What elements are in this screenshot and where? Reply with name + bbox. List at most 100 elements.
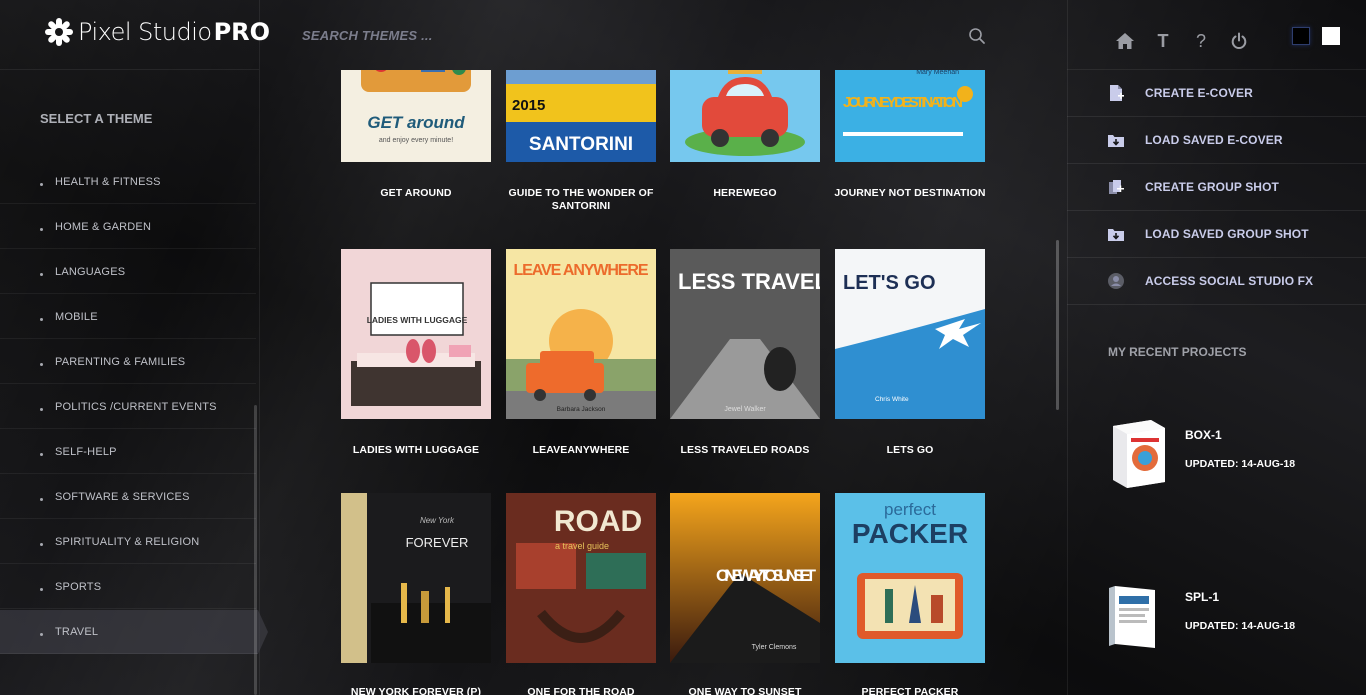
sidebar-item-sports[interactable]: SPORTS [0, 565, 256, 609]
sidebar-item-label: LANGUAGES [55, 266, 126, 278]
sidebar-item-label: PARENTING & FAMILIES [55, 356, 186, 368]
dark-theme-swatch[interactable] [1292, 27, 1310, 45]
light-theme-swatch[interactable] [1322, 27, 1340, 45]
project-updated: UPDATED: 14-AUG-18 [1185, 458, 1296, 470]
sidebar-scrollbar[interactable] [254, 405, 257, 695]
sidebar-item-travel[interactable]: TRAVEL [0, 610, 268, 654]
app-logo[interactable]: Pixel Studio PRO [44, 14, 270, 50]
power-icon[interactable] [1220, 30, 1258, 52]
sidebar-item-label: SELF-HELP [55, 446, 117, 458]
project-thumbnail [1113, 420, 1165, 488]
recent-project[interactable]: BOX-1 UPDATED: 14-AUG-18 [1107, 416, 1347, 496]
theme-cover[interactable]: LET'S GO Chris White [835, 249, 985, 419]
sidebar-item-health-fitness[interactable]: HEALTH & FITNESS [0, 160, 256, 204]
help-icon[interactable]: ? [1182, 30, 1220, 52]
theme-grid: GET around and enjoy every minute! GET ARO… [262, 70, 1067, 695]
project-thumbnail [1109, 586, 1155, 648]
flower-icon [44, 17, 74, 47]
grid-scrollbar[interactable] [1056, 240, 1059, 410]
theme-cover[interactable] [670, 70, 820, 162]
sidebar-item-mobile[interactable]: MOBILE [0, 295, 256, 339]
cover-title: GET around [367, 113, 465, 132]
theme-cover[interactable]: New York FOREVER [341, 493, 491, 663]
theme-cover[interactable]: Mary Meehan JOURNEY DESTINATION [835, 70, 985, 162]
project-updated: UPDATED: 14-AUG-18 [1185, 620, 1296, 632]
action-load-saved-e-cover-button[interactable]: LOAD SAVED E-COVER [1067, 117, 1366, 164]
theme-name: HEREWEGO [713, 187, 777, 199]
project-name: BOX-1 [1185, 428, 1222, 442]
bullet-icon [40, 543, 43, 546]
sidebar-item-label: TRAVEL [55, 626, 99, 638]
theme-cover[interactable]: 2015 SANTORINI [506, 70, 656, 162]
theme-name: GET AROUND [380, 187, 452, 199]
sidebar-item-label: SPIRITUALITY & RELIGION [55, 536, 200, 548]
theme-cover[interactable]: ONE WAY TO SUNSET Tyler Clemons [670, 493, 820, 663]
sidebar-item-software-services[interactable]: SOFTWARE & SERVICES [0, 475, 256, 519]
bullet-icon [40, 498, 43, 501]
cover-subtitle: Jewel Walker [724, 406, 766, 413]
theme-name: PERFECT PACKER [861, 686, 959, 695]
action-label: LOAD SAVED E-COVER [1145, 133, 1283, 147]
top-bar: Pixel Studio PRO SEARCH THEMES ... T ? [0, 0, 1366, 70]
home-icon[interactable] [1106, 30, 1144, 52]
cover-subtitle: perfect [884, 500, 936, 519]
bullet-icon [40, 453, 43, 456]
cover-title: FOREVER [406, 535, 469, 550]
bullet-icon [40, 318, 43, 321]
sidebar-item-label: HEALTH & FITNESS [55, 176, 161, 188]
cover-subtitle: 2015 [512, 97, 545, 114]
cover-title: LESS TRAVELED [678, 269, 820, 294]
group-files-icon [1109, 180, 1124, 194]
sidebar-item-languages[interactable]: LANGUAGES [0, 250, 256, 294]
theme-name: JOURNEY NOT DESTINATION [834, 187, 986, 199]
cover-subtitle: Barbara Jackson [557, 406, 606, 413]
sidebar-item-politics-current-events[interactable]: POLITICS /CURRENT EVENTS [0, 385, 256, 429]
sidebar-item-home-garden[interactable]: HOME & GARDEN [0, 205, 256, 249]
recent-projects-title: MY RECENT PROJECTS [1108, 345, 1247, 359]
search-icon[interactable] [968, 27, 986, 45]
bullet-icon [40, 273, 43, 276]
cover-subtitle: a travel guide [555, 541, 609, 551]
right-panel: CREATE E-COVER LOAD SAVED E-COVER CREATE G… [1067, 70, 1366, 695]
cover-title: PACKER [852, 518, 968, 549]
sidebar-item-self-help[interactable]: SELF-HELP [0, 430, 256, 474]
theme-name: ONE FOR THE ROAD [527, 686, 635, 695]
load-folder-icon [1108, 135, 1124, 147]
text-icon[interactable]: T [1144, 30, 1182, 52]
sidebar-item-label: HOME & GARDEN [55, 221, 152, 233]
action-load-saved-group-shot-button[interactable]: LOAD SAVED GROUP SHOT [1067, 211, 1366, 258]
theme-cover[interactable]: ROAD a travel guide [506, 493, 656, 663]
theme-name: LETS GO [886, 444, 934, 456]
action-create-e-cover-button[interactable]: CREATE E-COVER [1067, 70, 1366, 117]
cover-title: ONE WAY TO SUNSET [716, 566, 817, 585]
theme-cover[interactable]: LEAVE ANYWHERE Barbara Jackson [506, 249, 656, 419]
bullet-icon [40, 633, 43, 636]
load-folder-icon [1108, 229, 1124, 241]
bullet-icon [40, 228, 43, 231]
search-input[interactable]: SEARCH THEMES ... [302, 28, 433, 43]
bullet-icon [40, 408, 43, 411]
sidebar-item-spirituality-religion[interactable]: SPIRITUALITY & RELIGION [0, 520, 256, 564]
category-sidebar: SELECT A THEME HEALTH & FITNESS HOME & GA… [0, 70, 268, 695]
new-file-icon [1110, 85, 1124, 101]
theme-cover[interactable]: GET around and enjoy every minute! [341, 70, 491, 162]
bullet-icon [40, 183, 43, 186]
theme-cover[interactable]: perfect PACKER [835, 493, 985, 663]
theme-cover[interactable]: Gloria SmithLADIES WITH LUGGAGE [341, 249, 491, 419]
theme-cover[interactable]: LESS TRAVELED Jewel Walker [670, 249, 820, 419]
theme-name: LESS TRAVELED ROADS [680, 444, 810, 456]
cover-subtitle: Tyler Clemons [752, 644, 797, 651]
recent-project[interactable]: SPL-1 UPDATED: 14-AUG-18 [1107, 578, 1347, 658]
action-create-group-shot-button[interactable]: CREATE GROUP SHOT [1067, 164, 1366, 211]
theme-name: NEW YORK FOREVER (P) [350, 686, 482, 695]
theme-name: GUIDE TO THE WONDER OF SANTORINI [508, 187, 654, 212]
action-label: LOAD SAVED GROUP SHOT [1145, 227, 1309, 241]
cover-title: ROAD [554, 505, 642, 538]
cover-title: LADIES WITH LUGGAGE [367, 315, 468, 325]
sidebar-item-parenting-families[interactable]: PARENTING & FAMILIES [0, 340, 256, 384]
cover-subtitle: Chris White [875, 396, 909, 403]
theme-name: LEAVEANYWHERE [532, 444, 630, 456]
logo-text: Pixel Studio [78, 18, 212, 46]
action-access-social-studio-fx-button[interactable]: ACCESS SOCIAL STUDIO FX [1067, 258, 1366, 305]
theme-name: LADIES WITH LUGGAGE [352, 444, 480, 456]
